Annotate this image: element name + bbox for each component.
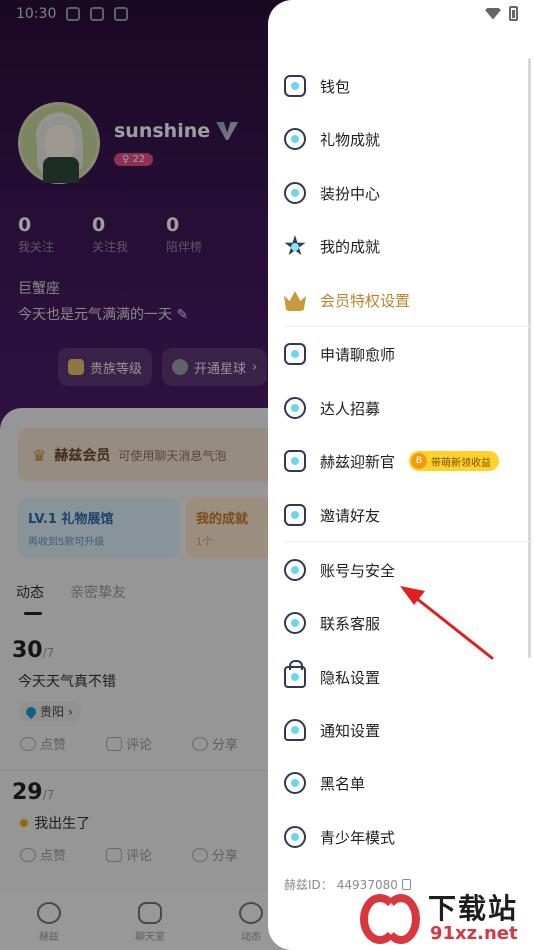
promo-badge[interactable]: B 带萌新领收益: [409, 451, 500, 471]
menu-item-label: 通知设置: [320, 721, 381, 740]
wallet-icon: [284, 75, 306, 97]
menu-item-label: 隐私设置: [320, 668, 381, 687]
blacklist-icon: [284, 772, 306, 794]
menu-item-teen-mode[interactable]: 青少年模式: [284, 812, 518, 862]
menu-item-label: 黑名单: [320, 774, 366, 793]
watermark-logo-part: [382, 894, 420, 944]
wifi-icon: [485, 7, 501, 20]
menu-item-label: 账号与安全: [320, 561, 396, 580]
menu-item-my-achievements[interactable]: 我的成就: [284, 221, 518, 271]
promo-badge-text: 带萌新领收益: [431, 457, 492, 469]
menu-item-gift-achievement[interactable]: 礼物成就: [284, 114, 518, 164]
menu-item-label: 赫兹迎新官: [320, 452, 396, 471]
menu-item-label: 我的成就: [320, 237, 381, 256]
menu-item-talent-recruit[interactable]: 达人招募: [284, 383, 518, 433]
menu-item-label: 青少年模式: [320, 828, 396, 847]
badge-icon: [284, 397, 306, 419]
menu-item-dress-up[interactable]: 装扮中心: [284, 168, 518, 218]
heart-chat-icon: [284, 343, 306, 365]
headset-icon: [284, 612, 306, 634]
id-card-icon: [284, 450, 306, 472]
menu-divider: [284, 541, 534, 542]
dress-up-icon: [284, 182, 306, 204]
watermark-title: 下载站: [428, 892, 519, 925]
menu-item-wallet[interactable]: 钱包: [284, 61, 518, 111]
watermark: 下载站 91xz.net: [360, 888, 534, 950]
menu-item-invite-friends[interactable]: 邀请好友: [284, 490, 518, 540]
menu-item-label: 邀请好友: [320, 506, 381, 525]
gift-achievement-icon: [284, 128, 306, 150]
menu-item-customer-service[interactable]: 联系客服: [284, 598, 518, 648]
menu-item-label: 礼物成就: [320, 130, 381, 149]
menu-item-privacy[interactable]: 隐私设置: [284, 652, 518, 702]
menu-item-account-security[interactable]: 账号与安全: [284, 545, 518, 595]
teen-mode-icon: [284, 826, 306, 848]
watermark-text: 下载站 91xz.net: [428, 894, 520, 944]
invite-icon: [284, 504, 306, 526]
menu-item-label: 钱包: [320, 77, 351, 96]
bell-icon: [284, 719, 306, 741]
menu-item-notifications[interactable]: 通知设置: [284, 705, 518, 755]
battery-icon: [509, 6, 518, 21]
menu-item-newcomer-officer[interactable]: 赫兹迎新官 B 带萌新领收益: [284, 436, 518, 486]
scrollbar[interactable]: [528, 58, 531, 658]
watermark-url: 91xz.net: [428, 923, 520, 944]
menu-item-label: 申请聊愈师: [320, 345, 396, 364]
account-security-icon: [284, 559, 306, 581]
coin-icon: B: [411, 453, 428, 469]
menu-item-label: 会员特权设置: [320, 291, 411, 310]
side-drawer: 钱包 礼物成就 装扮中心 我的成就 会员特权设置 申请聊愈师 达人招募 赫兹迎新…: [268, 0, 534, 950]
status-icons: [485, 6, 518, 21]
lock-icon: [284, 660, 306, 688]
user-id-label: 赫兹ID：: [284, 878, 333, 892]
menu-divider: [284, 326, 534, 327]
menu-item-blacklist[interactable]: 黑名单: [284, 758, 518, 808]
crown-icon: [284, 291, 306, 311]
menu-item-label: 联系客服: [320, 614, 381, 633]
menu-item-vip-settings[interactable]: 会员特权设置: [284, 275, 518, 325]
menu-item-label: 装扮中心: [320, 184, 381, 203]
star-icon: [284, 235, 306, 256]
menu-item-label: 达人招募: [320, 399, 381, 418]
watermark-logo: [360, 890, 424, 948]
menu-item-apply-counselor[interactable]: 申请聊愈师: [284, 329, 518, 379]
